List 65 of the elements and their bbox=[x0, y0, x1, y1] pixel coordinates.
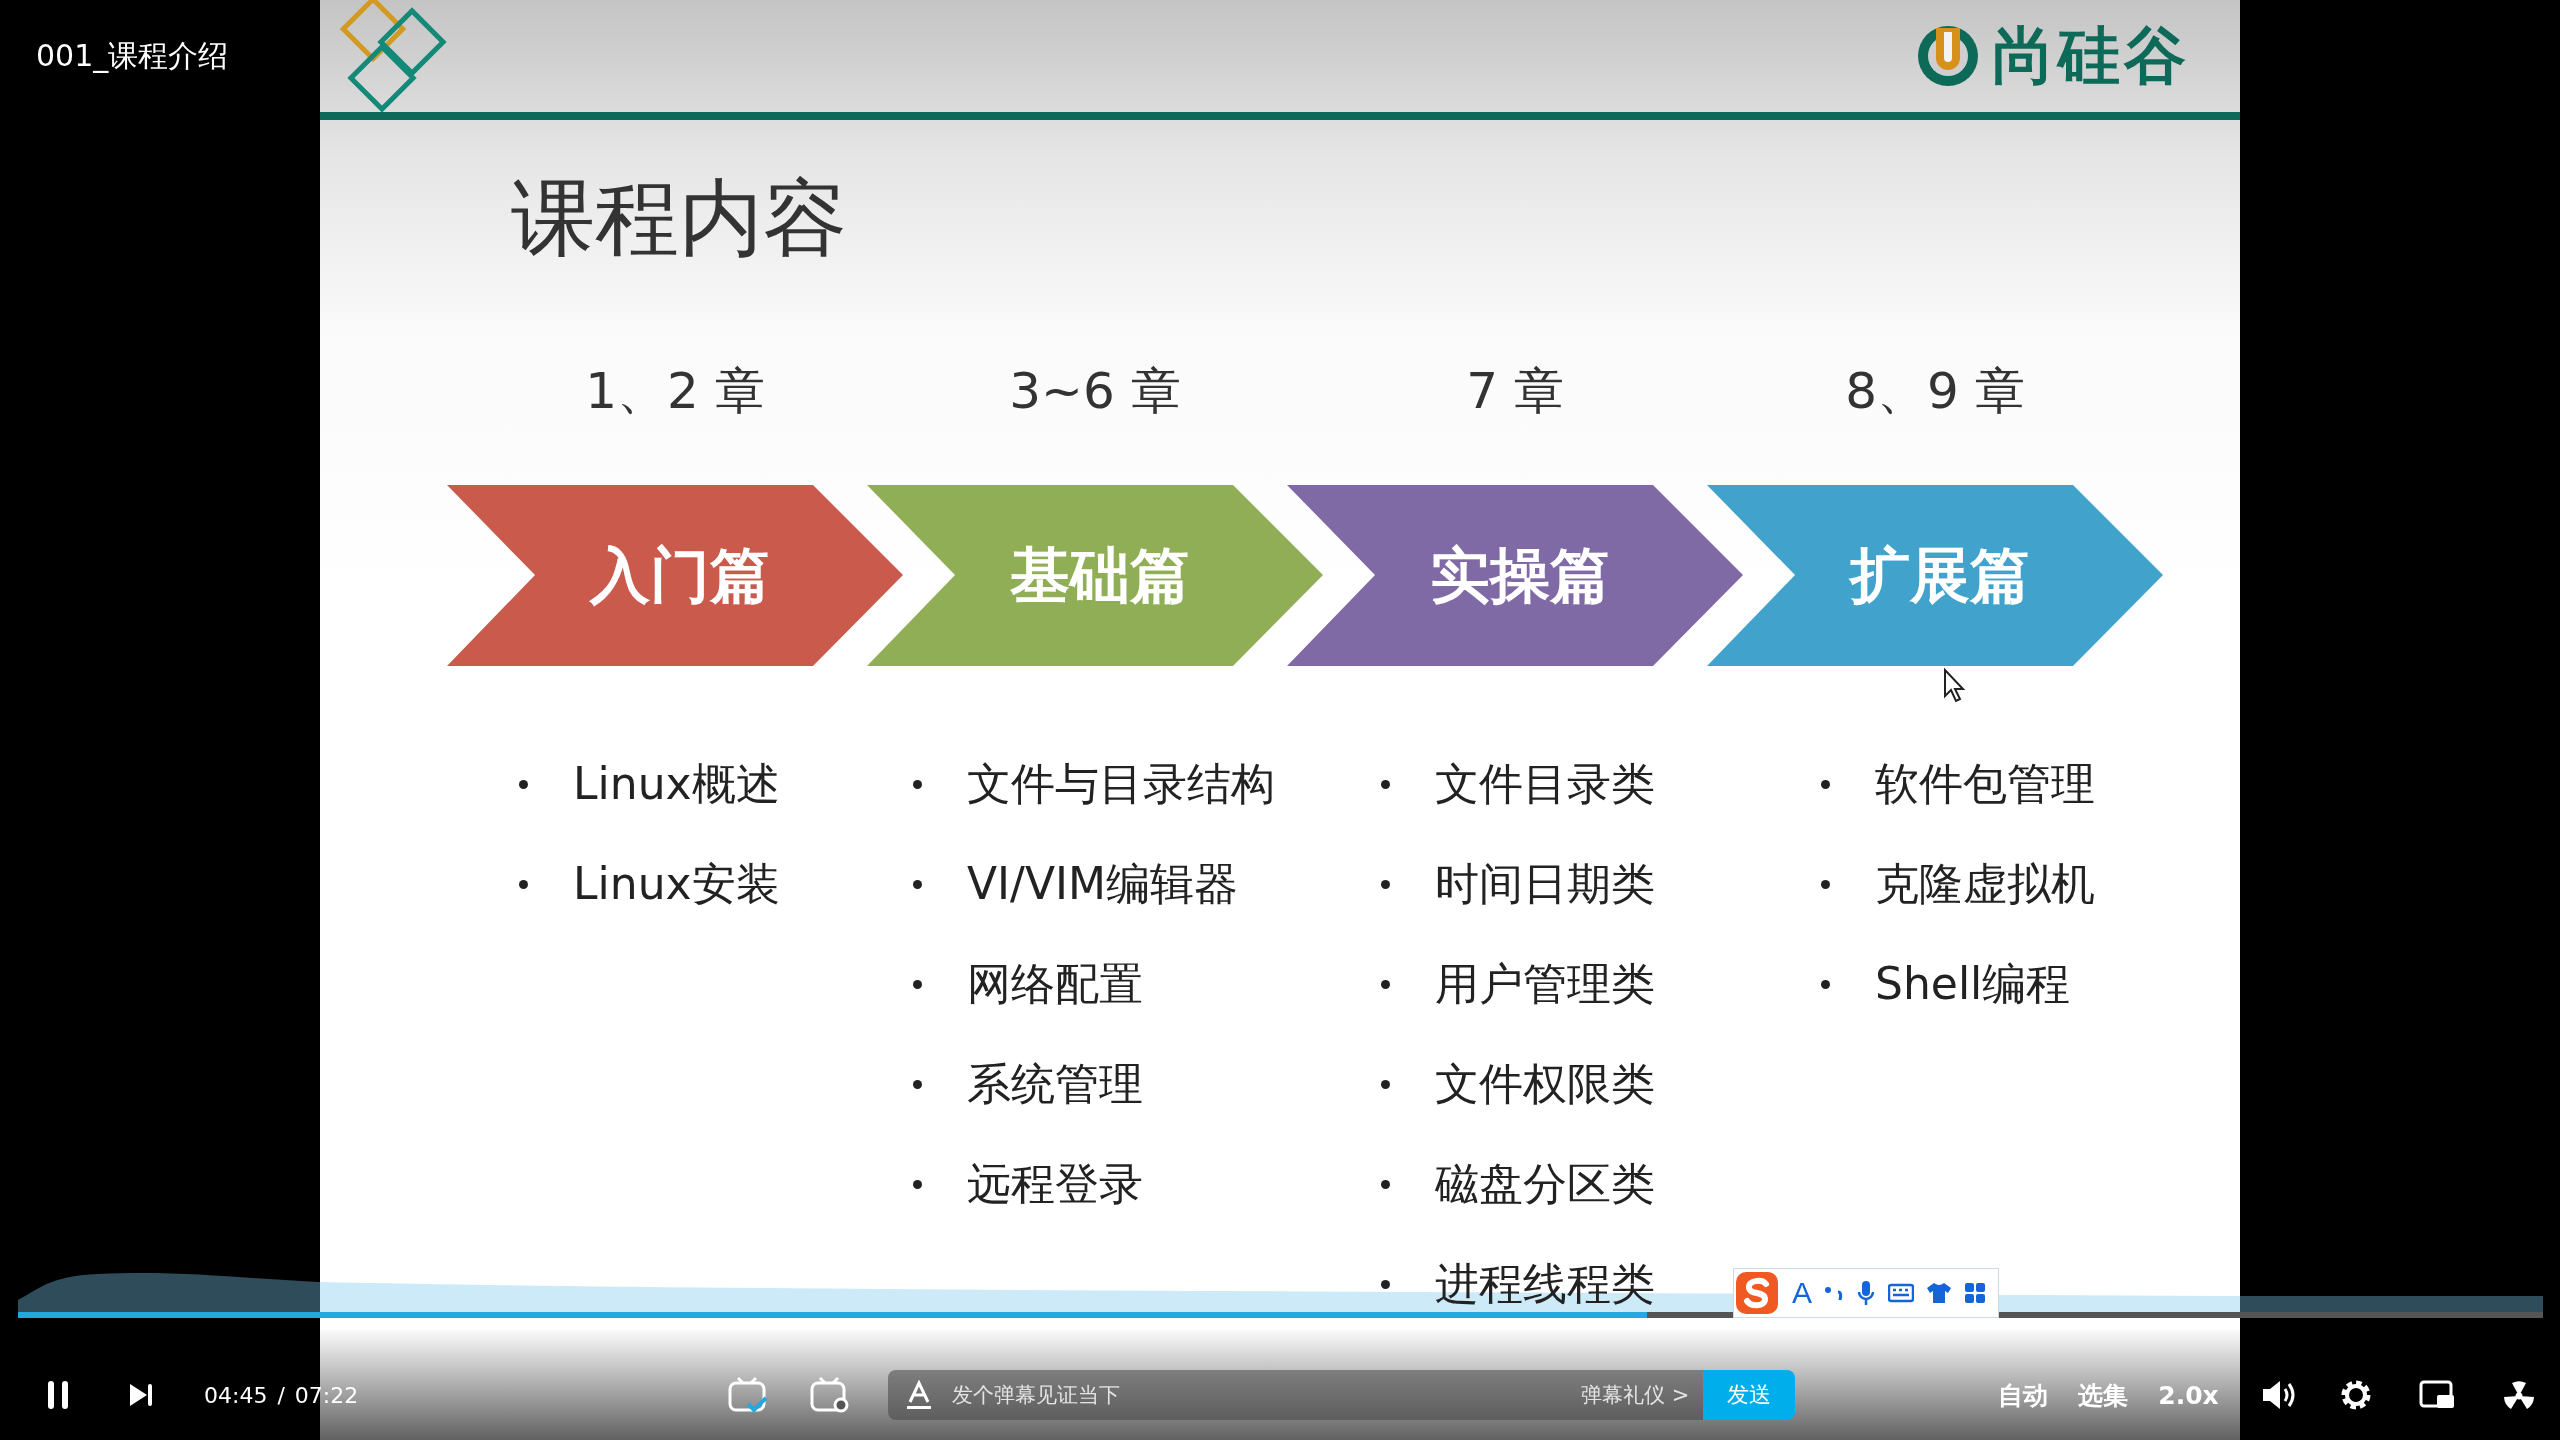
topic-text: 文件与目录结构 bbox=[967, 756, 1275, 811]
logo-text: 尚硅谷 bbox=[1992, 18, 2190, 94]
shirt-icon[interactable] bbox=[1926, 1281, 1952, 1305]
keyboard-icon[interactable] bbox=[1888, 1283, 1914, 1303]
volume-icon[interactable] bbox=[2260, 1379, 2295, 1411]
next-button[interactable] bbox=[128, 1382, 154, 1408]
text-style-icon[interactable] bbox=[906, 1380, 933, 1410]
bullet-dot bbox=[519, 779, 528, 789]
microphone-icon[interactable] bbox=[1856, 1279, 1876, 1307]
topic-text: Shell编程 bbox=[1875, 956, 2071, 1011]
bullet-dot bbox=[1381, 1079, 1390, 1089]
danmaku-settings-icon[interactable] bbox=[810, 1376, 851, 1414]
bullet-dot bbox=[1381, 779, 1390, 789]
topic-text: 远程登录 bbox=[967, 1156, 1143, 1211]
topic-text: Linux安装 bbox=[573, 856, 780, 911]
bullet-dot bbox=[1381, 879, 1390, 889]
chapter-label: 8、9 章 bbox=[1844, 361, 2026, 423]
topic-text: 文件目录类 bbox=[1435, 756, 1655, 811]
topic-text: 时间日期类 bbox=[1435, 856, 1655, 911]
bullet-dot bbox=[1381, 1179, 1390, 1189]
topic-text: 磁盘分区类 bbox=[1435, 1156, 1655, 1211]
video-title: 001_课程介绍 bbox=[35, 37, 230, 75]
elapsed-time: 04:45 bbox=[204, 1382, 268, 1408]
bullet-dot bbox=[519, 879, 528, 889]
bullet-dot bbox=[913, 779, 922, 789]
danmaku-input[interactable]: 发个弹幕见证当下 弹幕礼仪 > bbox=[888, 1370, 1704, 1420]
cursor-icon bbox=[1943, 668, 1967, 704]
episodes-button[interactable]: 选集 bbox=[2078, 1378, 2129, 1412]
section-label: 基础篇 bbox=[1009, 538, 1191, 612]
u-logo-icon bbox=[1916, 24, 1980, 88]
bullet-dot bbox=[913, 1179, 922, 1189]
topic-text: 文件权限类 bbox=[1435, 1056, 1655, 1111]
slide-title: 课程内容 bbox=[511, 172, 848, 265]
speed-button[interactable]: 2.0x bbox=[2158, 1380, 2219, 1410]
bullet-dot bbox=[1381, 979, 1390, 989]
send-button[interactable]: 发送 bbox=[1703, 1370, 1796, 1420]
topic-text: 网络配置 bbox=[967, 956, 1143, 1011]
danmaku-on-icon[interactable] bbox=[728, 1376, 769, 1414]
section-label: 扩展篇 bbox=[1847, 538, 2031, 612]
bullet-dot bbox=[913, 879, 922, 889]
chapter-label: 1、2 章 bbox=[584, 361, 766, 423]
chapter-label: 7 章 bbox=[1465, 361, 1565, 423]
bullet-dot bbox=[1821, 879, 1830, 889]
topic-text: VI/VIM编辑器 bbox=[967, 856, 1238, 911]
grid-icon[interactable] bbox=[1964, 1282, 1986, 1304]
topic-text: 进程线程类 bbox=[1435, 1256, 1655, 1311]
section-label: 实操篇 bbox=[1429, 538, 1611, 612]
section-label: 入门篇 bbox=[588, 538, 771, 612]
bullet-dot bbox=[1381, 1279, 1390, 1289]
topic-text: Linux概述 bbox=[573, 756, 780, 811]
picture-in-picture-icon[interactable] bbox=[2418, 1380, 2455, 1410]
bullet-dot bbox=[1821, 779, 1830, 789]
chapter-label: 3~6 章 bbox=[1008, 361, 1182, 423]
auto-quality-button[interactable]: 自动 bbox=[1998, 1378, 2049, 1412]
ime-letter[interactable]: A bbox=[1792, 1276, 1812, 1310]
topic-text: 软件包管理 bbox=[1875, 756, 2095, 811]
pause-button[interactable] bbox=[46, 1380, 70, 1410]
etiquette-link[interactable]: 弹幕礼仪 > bbox=[1580, 1381, 1690, 1409]
topic-text: 系统管理 bbox=[967, 1056, 1143, 1111]
bullet-dot bbox=[1821, 979, 1830, 989]
bullet-dot bbox=[913, 1079, 922, 1089]
topic-text: 克隆虚拟机 bbox=[1875, 856, 2095, 911]
time-separator: / bbox=[277, 1382, 285, 1408]
topic-text: 用户管理类 bbox=[1435, 956, 1655, 1011]
bullet-dot bbox=[913, 979, 922, 989]
